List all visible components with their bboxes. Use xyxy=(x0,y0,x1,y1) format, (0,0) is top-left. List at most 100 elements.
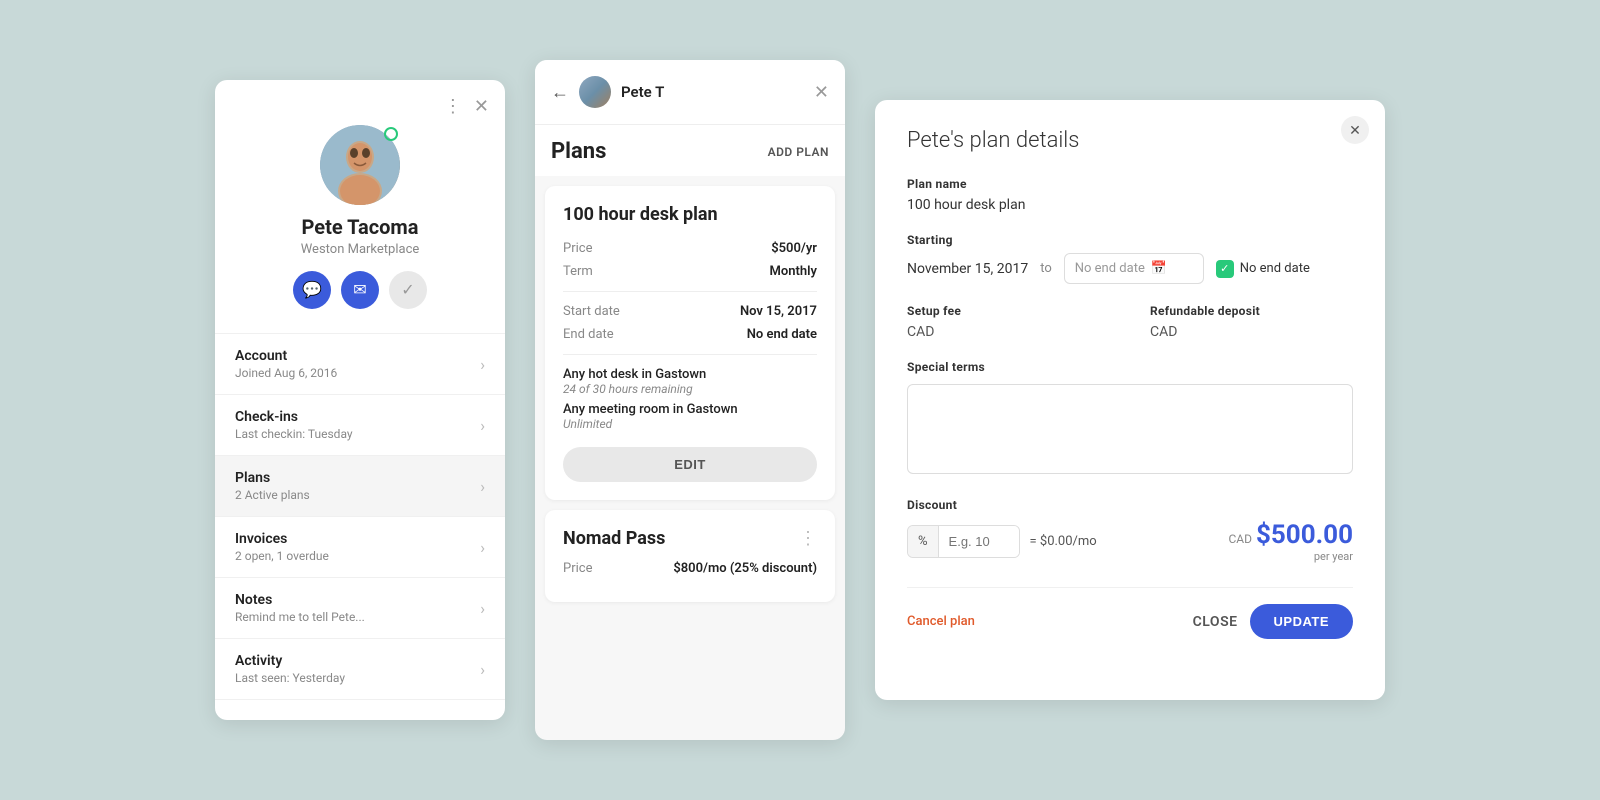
nav-item-notes[interactable]: Notes Remind me to tell Pete... › xyxy=(215,578,505,639)
date-row: November 15, 2017 to No end date 📅 ✓ No … xyxy=(907,253,1353,284)
plan-2-price-row: Price $800/mo (25% discount) xyxy=(563,561,817,576)
resource-2: Any meeting room in Gastown Unlimited xyxy=(563,402,817,431)
nav-label-invoices: Invoices xyxy=(235,531,480,547)
nav-label-activity: Activity xyxy=(235,653,480,669)
nav-item-activity[interactable]: Activity Last seen: Yesterday › xyxy=(215,639,505,700)
plans-title: Plans xyxy=(551,139,606,164)
price-currency: CAD xyxy=(1228,532,1252,546)
special-terms-textarea[interactable] xyxy=(907,384,1353,474)
start-date-value: Nov 15, 2017 xyxy=(740,304,817,319)
end-date-placeholder: No end date xyxy=(1075,261,1145,276)
refundable-deposit-label: Refundable deposit xyxy=(1150,304,1353,318)
plans-close-icon[interactable]: ✕ xyxy=(814,82,829,103)
price-value: $500/yr xyxy=(771,241,817,256)
calendar-icon: 📅 xyxy=(1151,261,1167,276)
nav-label-notes: Notes xyxy=(235,592,480,608)
details-title: Pete's plan details xyxy=(907,128,1353,153)
nav-sub-invoices: 2 open, 1 overdue xyxy=(235,549,480,563)
close-button[interactable]: CLOSE xyxy=(1193,614,1238,630)
plans-panel-header: ← Pete T ✕ xyxy=(535,60,845,125)
discount-input[interactable] xyxy=(939,526,1019,557)
update-button[interactable]: UPDATE xyxy=(1250,604,1353,639)
plan-name-value: 100 hour desk plan xyxy=(907,197,1353,213)
discount-prefix: % xyxy=(908,526,939,557)
price-period: per year xyxy=(1228,550,1353,563)
nav-sub-activity: Last seen: Yesterday xyxy=(235,671,480,685)
nav-sub-plans: 2 Active plans xyxy=(235,488,480,502)
start-date: November 15, 2017 xyxy=(907,261,1028,277)
end-date-input[interactable]: No end date 📅 xyxy=(1064,253,1204,284)
plan-1-title: 100 hour desk plan xyxy=(563,204,817,225)
no-end-date-label: No end date xyxy=(1240,261,1310,276)
setup-fee-label: Setup fee xyxy=(907,304,1110,318)
chevron-right-icon: › xyxy=(480,355,485,374)
chat-button[interactable]: 💬 xyxy=(293,271,331,309)
nav-sub-notes: Remind me to tell Pete... xyxy=(235,610,480,624)
details-footer: Cancel plan CLOSE UPDATE xyxy=(907,587,1353,639)
online-status-dot xyxy=(384,127,398,141)
setup-fee-col: Setup fee CAD xyxy=(907,304,1110,340)
nav-sub-account: Joined Aug 6, 2016 xyxy=(235,366,480,380)
nav-item-plans[interactable]: Plans 2 Active plans › xyxy=(215,456,505,517)
avatar-wrapper xyxy=(320,125,400,205)
plan-1-term-row: Term Monthly xyxy=(563,264,817,279)
plan-name-section: Plan name 100 hour desk plan xyxy=(907,177,1353,213)
check-button[interactable]: ✓ xyxy=(389,271,427,309)
plan-name-label: Plan name xyxy=(907,177,1353,191)
refundable-deposit-value: CAD xyxy=(1150,324,1353,340)
nav-label-checkins: Check-ins xyxy=(235,409,480,425)
email-button[interactable]: ✉ xyxy=(341,271,379,309)
edit-plan-button[interactable]: EDIT xyxy=(563,447,817,482)
cancel-plan-link[interactable]: Cancel plan xyxy=(907,614,975,629)
plan-2-price-value: $800/mo (25% discount) xyxy=(673,561,817,576)
resource-2-name: Any meeting room in Gastown xyxy=(563,402,817,417)
nav-item-checkins[interactable]: Check-ins Last checkin: Tuesday › xyxy=(215,395,505,456)
discount-section: Discount % = $0.00/mo CAD $500.00 per ye… xyxy=(907,498,1353,563)
end-date-label: End date xyxy=(563,327,614,342)
more-options-icon[interactable]: ⋮ xyxy=(444,96,462,117)
profile-org: Weston Marketplace xyxy=(301,242,420,257)
header-user-name: Pete T xyxy=(621,83,804,101)
chevron-right-icon: › xyxy=(480,599,485,618)
resource-1-name: Any hot desk in Gastown xyxy=(563,367,817,382)
price-label: Price xyxy=(563,241,592,256)
nav-item-account[interactable]: Account Joined Aug 6, 2016 › xyxy=(215,334,505,395)
price-amount: $500.00 xyxy=(1256,520,1353,550)
refundable-deposit-col: Refundable deposit CAD xyxy=(1150,304,1353,340)
checkbox-checked-icon: ✓ xyxy=(1216,260,1234,278)
profile-actions: 💬 ✉ ✓ xyxy=(293,271,427,309)
profile-panel: ⋮ ✕ Pete Tacoma Weston Marketplace xyxy=(215,80,505,720)
back-arrow-icon[interactable]: ← xyxy=(551,82,569,103)
discount-input-group: % xyxy=(907,525,1020,558)
add-plan-button[interactable]: ADD PLAN xyxy=(768,145,829,159)
discount-label: Discount xyxy=(907,498,1353,512)
nav-item-invoices[interactable]: Invoices 2 open, 1 overdue › xyxy=(215,517,505,578)
details-close-button[interactable]: ✕ xyxy=(1341,116,1369,144)
setup-fee-value: CAD xyxy=(907,324,1110,340)
starting-section: Starting November 15, 2017 to No end dat… xyxy=(907,233,1353,284)
plan-divider xyxy=(563,291,817,292)
plan-card-2: Nomad Pass ⋮ Price $800/mo (25% discount… xyxy=(545,510,835,602)
plan-details-panel: ✕ Pete's plan details Plan name 100 hour… xyxy=(875,100,1385,700)
profile-nav: Account Joined Aug 6, 2016 › Check-ins L… xyxy=(215,333,505,700)
profile-close-icon[interactable]: ✕ xyxy=(474,96,489,117)
starting-label: Starting xyxy=(907,233,1353,247)
to-label: to xyxy=(1040,261,1052,276)
plan-1-price-row: Price $500/yr xyxy=(563,241,817,256)
plan-1-start-row: Start date Nov 15, 2017 xyxy=(563,304,817,319)
plans-panel: ← Pete T ✕ Plans ADD PLAN 100 hour desk … xyxy=(535,60,845,740)
end-date-value: No end date xyxy=(747,327,817,342)
no-end-date-checkbox[interactable]: ✓ No end date xyxy=(1216,260,1310,278)
plans-title-bar: Plans ADD PLAN xyxy=(535,125,845,176)
plan-1-end-row: End date No end date xyxy=(563,327,817,342)
chevron-right-icon: › xyxy=(480,538,485,557)
profile-top-actions: ⋮ ✕ xyxy=(215,80,505,117)
chevron-right-icon: › xyxy=(480,660,485,679)
plan-2-more-icon[interactable]: ⋮ xyxy=(799,528,817,549)
plan-divider-2 xyxy=(563,354,817,355)
plan-2-price-label: Price xyxy=(563,561,592,576)
resource-1-sub: 24 of 30 hours remaining xyxy=(563,382,817,396)
term-label: Term xyxy=(563,264,593,279)
header-avatar xyxy=(579,76,611,108)
special-terms-label: Special terms xyxy=(907,360,1353,374)
